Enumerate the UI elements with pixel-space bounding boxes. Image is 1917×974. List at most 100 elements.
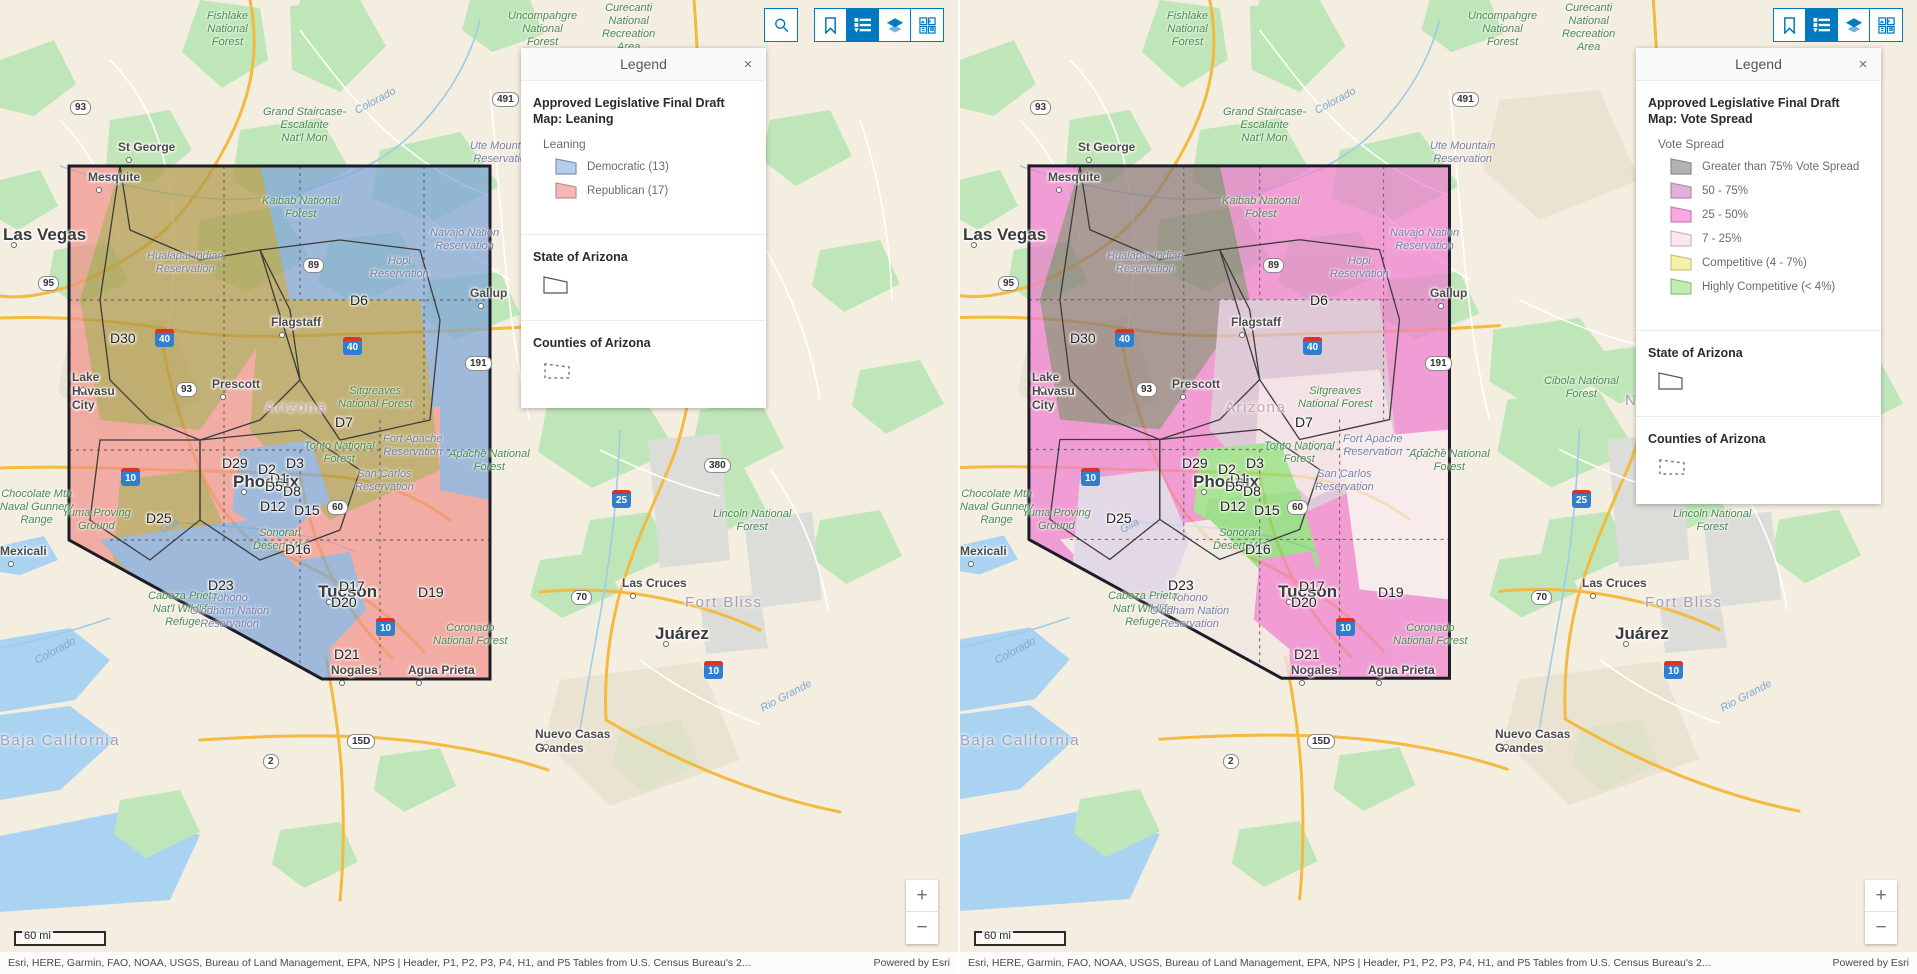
legend-swatch [555, 182, 577, 199]
powered-by-esri: Powered by Esri [1832, 957, 1909, 969]
district-label: D21 [334, 646, 360, 662]
layers-button[interactable] [879, 9, 911, 41]
district-label: D20 [331, 594, 357, 610]
widget-button-group[interactable] [814, 8, 944, 42]
counties-dotted-icon [1659, 459, 1685, 475]
state-outline-icon [543, 276, 568, 294]
basemap-gallery-button[interactable] [1870, 9, 1902, 41]
legend-group-label: Leaning [543, 137, 586, 151]
zoom-controls-left[interactable]: + − [906, 880, 938, 944]
legend-item-label: Competitive (4 - 7%) [1702, 256, 1807, 269]
legend-item[interactable]: 25 - 50% [1670, 206, 1869, 223]
district-label: D6 [350, 292, 368, 308]
map-toolbar-right[interactable] [1773, 8, 1903, 42]
legend-body: Approved Legislative Final Draft Map: Vo… [1636, 81, 1881, 504]
zoom-in-button[interactable]: + [1865, 880, 1897, 912]
legend-swatch [555, 158, 577, 175]
legend-shape [1658, 371, 1869, 396]
district-label: D30 [110, 330, 136, 346]
district-label: D17 [1299, 578, 1325, 594]
zoom-out-button[interactable]: − [1865, 912, 1897, 944]
district-label: D17 [339, 578, 365, 594]
legend-title: Legend [620, 56, 667, 72]
search-button[interactable] [765, 9, 797, 41]
district-label: D19 [418, 584, 444, 600]
zoom-in-button[interactable]: + [906, 880, 938, 912]
legend-swatch [1670, 230, 1692, 247]
legend-item[interactable]: Democratic (13) [555, 158, 754, 175]
legend-panel-right[interactable]: Legend × Approved Legislative Final Draf… [1636, 48, 1881, 504]
scale-bar-graphic: 60 mi [974, 930, 1066, 946]
legend-swatch-icon [555, 182, 577, 199]
legend-service-title: Approved Legislative Final Draft Map: Le… [533, 96, 725, 126]
legend-item[interactable]: Greater than 75% Vote Spread [1670, 158, 1869, 175]
widget-button-group[interactable] [1773, 8, 1903, 42]
legend-header: Legend × [521, 48, 766, 81]
map-toolbar-left[interactable] [764, 8, 944, 42]
scale-bar-label: 60 mi [22, 930, 53, 942]
legend-service-title: Approved Legislative Final Draft Map: Vo… [1648, 96, 1840, 126]
district-label: D2 [1218, 461, 1236, 477]
legend-swatch [1670, 254, 1692, 271]
attribution-sources: Esri, HERE, Garmin, FAO, NOAA, USGS, Bur… [8, 957, 751, 969]
legend-shape [543, 361, 754, 388]
legend-item[interactable]: 50 - 75% [1670, 182, 1869, 199]
legend-icon [1813, 17, 1830, 33]
legend-swatch-icon [1670, 182, 1692, 199]
basemap-gallery-icon [1877, 16, 1895, 34]
district-label: D23 [1168, 577, 1194, 593]
legend-service-title: Counties of Arizona [533, 336, 651, 350]
zoom-controls-right[interactable]: + − [1865, 880, 1897, 944]
district-label: D23 [208, 577, 234, 593]
legend-item[interactable]: Competitive (4 - 7%) [1670, 254, 1869, 271]
scale-bar-label: 60 mi [982, 930, 1013, 942]
close-icon[interactable]: × [740, 56, 756, 72]
legend-swatch-icon [1670, 230, 1692, 247]
map-pane-left[interactable]: St George Mesquite Las Vegas Lake Havasu Ci… [0, 0, 958, 974]
legend-item[interactable]: Highly Competitive (< 4%) [1670, 278, 1869, 295]
legend-section: Approved Legislative Final Draft Map: Vo… [1636, 81, 1881, 331]
zoom-out-button[interactable]: − [906, 912, 938, 944]
legend-header: Legend × [1636, 48, 1881, 81]
legend-swatch [1670, 278, 1692, 295]
map-pane-right[interactable]: St George Mesquite Las Vegas Lake Havasu Ci… [958, 0, 1917, 974]
legend-title: Legend [1735, 56, 1782, 72]
bookmark-button[interactable] [1774, 9, 1806, 41]
basemap-gallery-button[interactable] [911, 9, 943, 41]
layers-icon [1845, 17, 1862, 33]
legend-item-label: Greater than 75% Vote Spread [1702, 160, 1860, 173]
legend-service-title: Counties of Arizona [1648, 432, 1766, 446]
attribution-sources: Esri, HERE, Garmin, FAO, NOAA, USGS, Bur… [968, 957, 1711, 969]
district-labels-left: D30 D1 D6 D7 D3 D29 D2 D5 D8 D12 D15 D16 D25 D23 D17 D2… [0, 0, 958, 974]
district-label: D16 [1245, 541, 1271, 557]
district-label: D15 [294, 502, 320, 518]
legend-item[interactable]: 7 - 25% [1670, 230, 1869, 247]
legend-item-label: Highly Competitive (< 4%) [1702, 280, 1836, 293]
legend-item-label: Democratic (13) [587, 160, 669, 173]
layers-button[interactable] [1838, 9, 1870, 41]
legend-swatch-icon [555, 158, 577, 175]
district-label: D29 [1182, 455, 1208, 471]
bookmark-button[interactable] [815, 9, 847, 41]
district-label: D15 [1254, 502, 1280, 518]
search-button-group[interactable] [764, 8, 798, 42]
legend-panel-left[interactable]: Legend × Approved Legislative Final Draf… [521, 48, 766, 408]
legend-button[interactable] [1806, 9, 1838, 41]
layers-icon [886, 17, 903, 33]
legend-item-label: 7 - 25% [1702, 232, 1742, 245]
legend-swatch-icon [1670, 206, 1692, 223]
district-label: D6 [1310, 292, 1328, 308]
district-label: D5 [265, 478, 283, 494]
legend-item[interactable]: Republican (17) [555, 182, 754, 199]
district-label: D12 [260, 498, 286, 514]
district-label: D25 [1106, 510, 1132, 526]
district-label: D25 [146, 510, 172, 526]
legend-body: Approved Legislative Final Draft Map: Le… [521, 81, 766, 408]
legend-shape [1658, 457, 1869, 484]
district-label: D20 [1291, 594, 1317, 610]
legend-button[interactable] [847, 9, 879, 41]
basemap-left[interactable]: St George Mesquite Las Vegas Lake Havasu Ci… [0, 0, 958, 974]
legend-section: State of Arizona [521, 235, 766, 321]
scale-bar-left: 60 mi [14, 930, 106, 946]
close-icon[interactable]: × [1855, 56, 1871, 72]
